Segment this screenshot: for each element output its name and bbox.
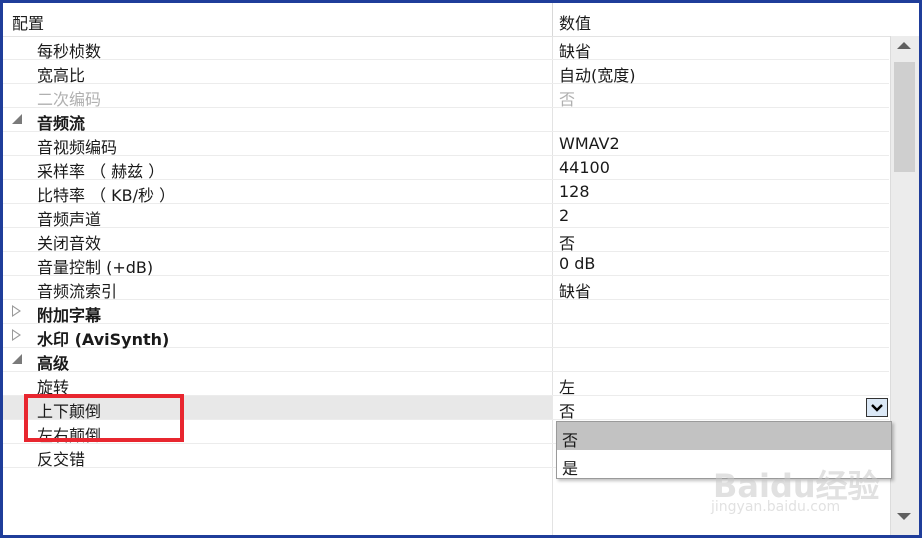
property-name: 音频声道 bbox=[37, 210, 102, 229]
category-row[interactable]: 音频流 bbox=[3, 108, 889, 133]
property-row[interactable]: 音视频编码 WMAV2 bbox=[3, 132, 889, 157]
scroll-down-icon[interactable] bbox=[897, 513, 911, 520]
property-row[interactable]: 关闭音效 否 bbox=[3, 228, 889, 254]
header-name-column: 配置 bbox=[12, 14, 45, 33]
selected-value-cell[interactable] bbox=[553, 396, 889, 419]
property-value[interactable]: 缺省 bbox=[559, 278, 591, 302]
property-row[interactable]: 宽高比 自动(宽度) bbox=[3, 60, 889, 86]
property-value: 否 bbox=[559, 90, 576, 109]
property-name: 关闭音效 bbox=[37, 234, 102, 253]
property-row[interactable]: 音频声道 2 bbox=[3, 204, 889, 229]
property-name: 音量控制 (+dB) bbox=[37, 258, 154, 277]
property-value[interactable]: 自动(宽度) bbox=[559, 62, 636, 86]
property-value[interactable]: WMAV2 bbox=[559, 134, 620, 153]
vertical-scrollbar[interactable] bbox=[890, 36, 919, 535]
property-name: 音频流索引 bbox=[37, 282, 118, 301]
property-name: 宽高比 bbox=[37, 66, 86, 85]
property-value[interactable]: 缺省 bbox=[559, 38, 591, 62]
chevron-down-icon bbox=[871, 404, 883, 412]
property-grid-window: 配置 数值 每秒桢数 缺省 宽高比 自动(宽度) 二次编码否音频流 音视频编码 WMAV2 采… bbox=[0, 0, 922, 538]
property-row[interactable]: 二次编码 否 bbox=[3, 84, 889, 109]
property-value[interactable]: 左 bbox=[559, 374, 575, 398]
property-name: 每秒桢数 bbox=[37, 42, 102, 61]
property-value[interactable]: 2 bbox=[559, 206, 569, 225]
property-name: 二次编码 bbox=[37, 90, 102, 109]
dropdown-button[interactable] bbox=[866, 398, 888, 417]
property-name: 音频流 bbox=[37, 114, 86, 133]
property-name: 反交错 bbox=[37, 450, 86, 469]
property-name: 比特率 （ KB/秒 ） bbox=[37, 186, 176, 205]
annotation-highlight-box bbox=[24, 394, 184, 442]
property-value[interactable]: 否 bbox=[559, 398, 575, 422]
property-name: 水印 (AviSynth) bbox=[37, 330, 170, 349]
watermark-url: jingyan.baidu.com bbox=[711, 499, 841, 515]
collapse-triangle-icon[interactable] bbox=[12, 114, 22, 124]
property-row[interactable]: 比特率 （ KB/秒 ） 128 bbox=[3, 180, 889, 205]
collapse-triangle-icon[interactable] bbox=[12, 354, 22, 364]
category-row[interactable]: 附加字幕 bbox=[3, 300, 889, 325]
header-separator[interactable] bbox=[552, 3, 553, 36]
grid-header: 配置 数值 bbox=[3, 3, 919, 37]
dropdown-option-no[interactable]: 否 bbox=[557, 422, 891, 450]
property-name: 高级 bbox=[37, 354, 70, 373]
expand-triangle-icon[interactable] bbox=[12, 305, 21, 317]
scroll-thumb[interactable] bbox=[894, 62, 915, 172]
property-name: 附加字幕 bbox=[37, 306, 102, 325]
category-row[interactable]: 高级 bbox=[3, 348, 889, 373]
property-row[interactable]: 音频流索引 缺省 bbox=[3, 276, 889, 302]
property-row[interactable]: 采样率 （ 赫兹 ） 44100 bbox=[3, 156, 889, 181]
property-value[interactable]: 0 dB bbox=[559, 254, 595, 273]
property-name: 采样率 （ 赫兹 ） bbox=[37, 162, 165, 181]
property-row[interactable]: 每秒桢数 缺省 bbox=[3, 36, 889, 62]
property-value[interactable]: 否 bbox=[559, 230, 575, 254]
property-row[interactable]: 音量控制 (+dB) 0 dB bbox=[3, 252, 889, 277]
property-value[interactable]: 44100 bbox=[559, 158, 610, 177]
scroll-up-icon[interactable] bbox=[897, 42, 911, 49]
property-name: 音视频编码 bbox=[37, 138, 118, 157]
header-value-column: 数值 bbox=[559, 14, 592, 33]
category-row[interactable]: 水印 (AviSynth) bbox=[3, 324, 889, 349]
property-value[interactable]: 128 bbox=[559, 182, 590, 201]
dropdown-option-label: 是 bbox=[562, 459, 579, 478]
property-row[interactable]: 旋转左 bbox=[3, 372, 889, 398]
expand-triangle-icon[interactable] bbox=[12, 329, 21, 341]
dropdown-option-label: 否 bbox=[562, 431, 579, 450]
